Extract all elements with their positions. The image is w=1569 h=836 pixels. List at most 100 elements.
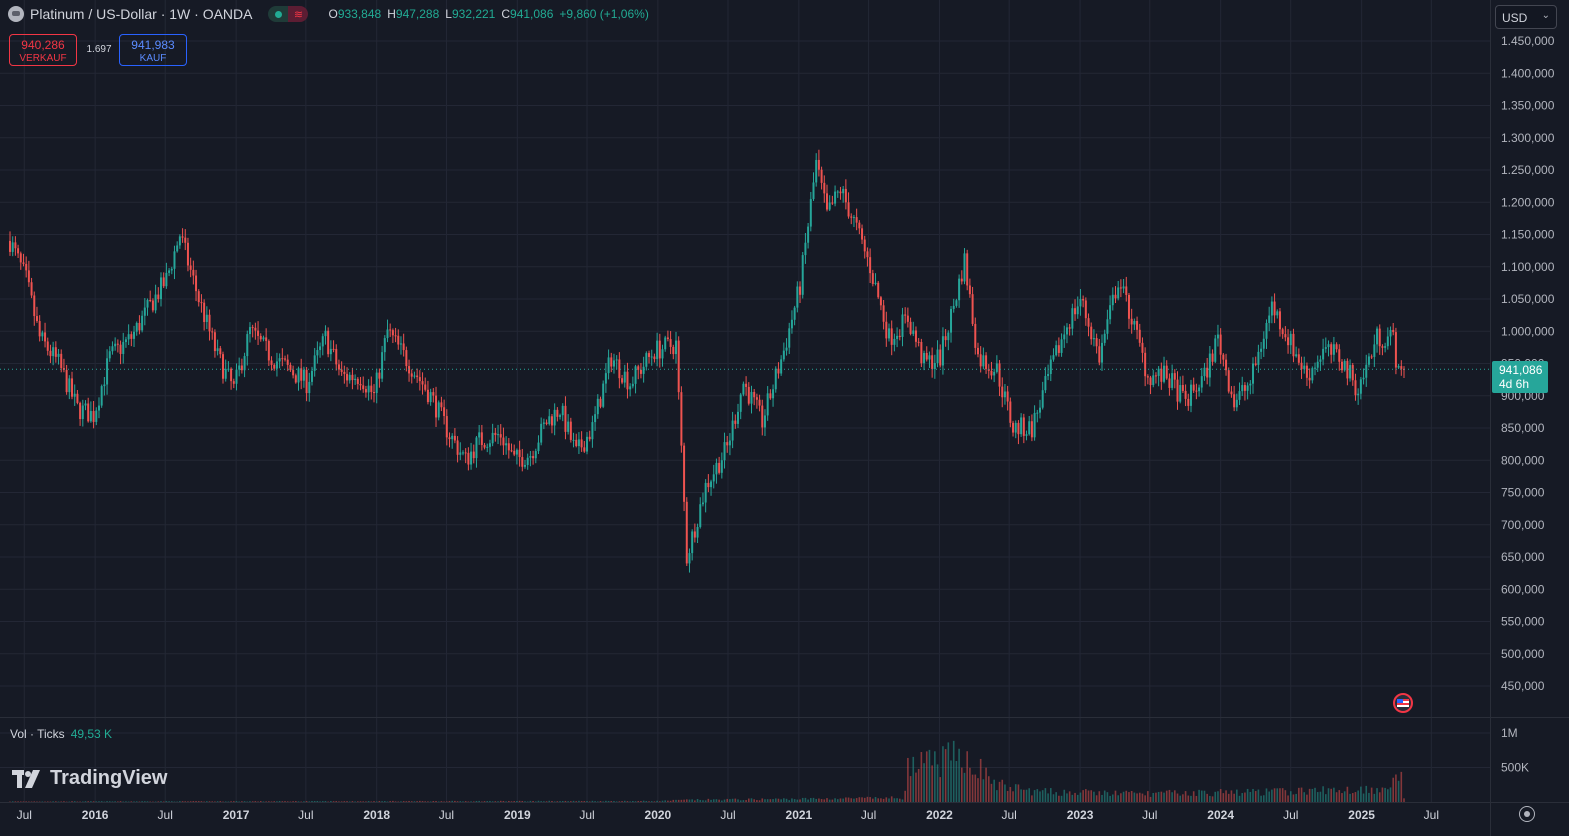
candle: [205, 306, 208, 330]
time-axis[interactable]: Jul 2016 Jul 2017 Jul 2018 Jul 2019 Jul 2020 Jul 20…: [17, 808, 1439, 822]
candle: [823, 175, 826, 203]
volume-bar: [400, 801, 402, 802]
candle: [238, 357, 241, 377]
candle: [553, 403, 556, 436]
volume-bar: [801, 797, 804, 802]
volume-bar: [1004, 784, 1006, 802]
buy-price: 941,983: [131, 38, 175, 52]
volume-bar: [1276, 788, 1279, 802]
market-open-icon: [268, 6, 289, 22]
volume-bar: [125, 801, 127, 802]
candle: [1297, 348, 1300, 366]
volume-bar: [642, 800, 645, 802]
candle: [1332, 336, 1335, 362]
price-tick-label: 1.450,000: [1501, 34, 1555, 48]
volume-bar: [807, 799, 809, 802]
chart-canvas[interactable]: 1.450,000 1.400,000 1.350,000 1.300,000 1.25…: [0, 0, 1569, 836]
us-flag-economic-event-icon[interactable]: [1393, 693, 1413, 713]
volume-bar: [650, 801, 653, 802]
market-status-toggle[interactable]: ≋: [268, 6, 309, 22]
candle: [1160, 362, 1163, 390]
candle: [259, 333, 262, 342]
volume-bar: [580, 801, 583, 802]
candle: [998, 360, 1001, 397]
volume-bar: [925, 751, 928, 802]
volume-bar: [278, 801, 281, 802]
volume-bar: [834, 798, 836, 802]
candle: [410, 369, 413, 384]
candle: [1287, 329, 1290, 354]
volume-bar: [354, 801, 356, 802]
price-tick-label: 700,000: [1501, 518, 1545, 532]
symbol-title[interactable]: Platinum / US-Dollar · 1W · OANDA: [30, 6, 252, 22]
volume-bar: [424, 801, 427, 802]
volume-bar: [543, 801, 545, 802]
volume-bar: [796, 799, 799, 802]
volume-bar: [823, 799, 826, 802]
volume-bar: [313, 801, 316, 802]
volume-bar: [1001, 779, 1004, 802]
time-tick-label: 2024: [1207, 808, 1234, 822]
candle: [1241, 376, 1244, 397]
volume-bar: [969, 767, 971, 802]
candle: [602, 380, 605, 409]
candle: [1392, 322, 1395, 336]
volume-bar: [249, 801, 251, 802]
candle: [222, 351, 225, 384]
volume-bar: [696, 798, 699, 802]
time-tick-label: 2020: [645, 808, 672, 822]
volume-bar: [63, 801, 65, 802]
candle: [1273, 293, 1276, 324]
volume-bar: [1138, 792, 1141, 802]
volume-bar: [1387, 789, 1389, 802]
candle: [133, 325, 136, 347]
candle: [890, 320, 893, 356]
volume-bar: [1327, 788, 1330, 802]
volume-axis[interactable]: 1M 500K: [1501, 726, 1529, 775]
price-tick-label: 600,000: [1501, 582, 1545, 596]
volume-bar: [1109, 795, 1111, 802]
currency-select[interactable]: USD ⌄: [1495, 5, 1557, 29]
volume-bar: [502, 800, 505, 802]
volume-bar: [1273, 788, 1276, 802]
volume-bar: [874, 797, 877, 802]
candle: [979, 346, 982, 373]
volume-bar: [839, 798, 842, 802]
buy-button[interactable]: 941,983 KAUF: [119, 34, 187, 66]
candle: [81, 399, 84, 427]
candle: [801, 251, 804, 299]
candle: [316, 341, 319, 364]
volume-bar: [710, 799, 712, 802]
candle: [1119, 279, 1122, 298]
volume-bar: [1236, 789, 1238, 802]
volume-bar: [478, 800, 480, 802]
candle: [1068, 324, 1071, 336]
candle: [718, 456, 721, 475]
candle: [356, 377, 359, 390]
symbol-legend[interactable]: Platinum / US-Dollar · 1W · OANDA ≋ O933…: [8, 6, 649, 22]
volume-bar: [1222, 793, 1225, 802]
volume-bar: [489, 800, 491, 802]
volume-bar: [567, 801, 569, 802]
candle: [825, 184, 828, 212]
tradingview-logo[interactable]: TradingView: [12, 767, 167, 790]
candle: [440, 396, 443, 412]
volume-bar: [982, 779, 985, 802]
volume-bar: [276, 801, 278, 802]
volume-legend[interactable]: Vol · Ticks 49,53 K: [10, 727, 112, 741]
volume-bar: [208, 801, 211, 802]
candle: [966, 249, 969, 291]
volume-bar: [179, 801, 181, 802]
candle: [337, 359, 340, 376]
volume-bar: [979, 758, 982, 802]
volume-bar: [586, 801, 588, 802]
gear-icon[interactable]: [1519, 806, 1535, 822]
candle: [100, 384, 103, 408]
volume-bar: [410, 801, 413, 802]
sell-button[interactable]: 940,286 VERKAUF: [9, 34, 77, 66]
candle: [413, 371, 416, 379]
candle: [1087, 313, 1090, 337]
volume-bar: [958, 748, 960, 802]
candle: [928, 351, 931, 368]
volume-bar: [898, 798, 901, 802]
